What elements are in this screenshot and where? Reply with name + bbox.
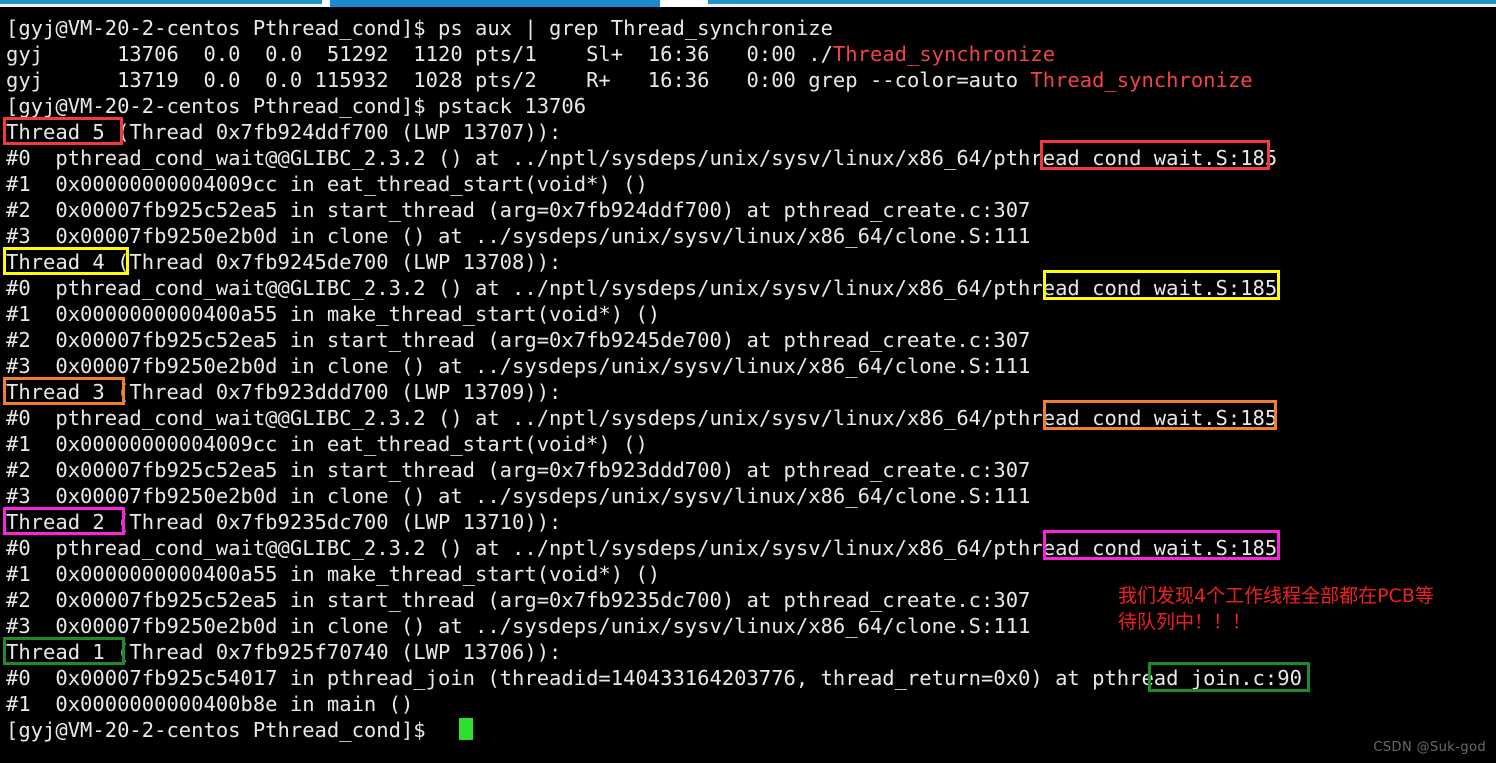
stack-frame-line: #1 0x0000000000400b8e in main ()	[6, 691, 413, 717]
stack-frame-line: #2 0x00007fb925c52ea5 in start_thread (a…	[6, 457, 1030, 483]
stack-frame-line: #3 0x00007fb9250e2b0d in clone () at ../…	[6, 613, 1030, 639]
terminal-line-text: #3 0x00007fb9250e2b0d in clone () at ../…	[6, 614, 1031, 638]
thread-header-5: Thread 5 (Thread 0x7fb924ddf700 (LWP 137…	[6, 119, 561, 145]
terminal-line-text: #3 0x00007fb9250e2b0d in clone () at ../…	[6, 224, 1031, 248]
stack-frame-line: #2 0x00007fb925c52ea5 in start_thread (a…	[6, 587, 1030, 613]
stack-frame-line: #3 0x00007fb9250e2b0d in clone () at ../…	[6, 483, 1030, 509]
terminal-line-text: #0 pthread_cond_wait@@GLIBC_2.3.2 () at …	[6, 276, 1278, 300]
terminal-line-text: [gyj@VM-20-2-centos Pthread_cond]$ ps au…	[6, 16, 833, 40]
stack-frame-line: #1 0x0000000000400a55 in make_thread_sta…	[6, 561, 660, 587]
thread-header-1: Thread 1 (Thread 0x7fb925f70740 (LWP 137…	[6, 639, 561, 665]
terminal-line-text: #1 0x00000000004009cc in eat_thread_star…	[6, 172, 648, 196]
tab-strip-active-tab[interactable]	[330, 0, 660, 7]
tab-strip-segment-1[interactable]	[0, 0, 322, 4]
stack-frame-line: #2 0x00007fb925c52ea5 in start_thread (a…	[6, 327, 1030, 353]
thread-header-4: Thread 4 (Thread 0x7fb9245de700 (LWP 137…	[6, 249, 561, 275]
terminal-line-text: #0 pthread_cond_wait@@GLIBC_2.3.2 () at …	[6, 536, 1278, 560]
stack-frame-line: #0 pthread_cond_wait@@GLIBC_2.3.2 () at …	[6, 145, 1277, 171]
terminal-line-text: #3 0x00007fb9250e2b0d in clone () at ../…	[6, 354, 1031, 378]
terminal-line-text: #0 pthread_cond_wait@@GLIBC_2.3.2 () at …	[6, 146, 1278, 170]
terminal-line-text: Thread 3 (Thread 0x7fb923ddd700 (LWP 137…	[6, 380, 562, 404]
terminal-line-text: gyj 13706 0.0 0.0 51292 1120 pts/1 Sl+ 1…	[6, 42, 833, 66]
tab-strip-gap-2	[660, 0, 708, 7]
terminal-line-text: #1 0x00000000004009cc in eat_thread_star…	[6, 432, 648, 456]
terminal-line-text: #3 0x00007fb9250e2b0d in clone () at ../…	[6, 484, 1031, 508]
watermark: CSDN @Suk-god	[1373, 740, 1486, 755]
terminal-line-text: Thread 2 (Thread 0x7fb9235dc700 (LWP 137…	[6, 510, 562, 534]
terminal-line-text: #0 pthread_cond_wait@@GLIBC_2.3.2 () at …	[6, 406, 1278, 430]
grep-match-text: Thread_synchronize	[832, 42, 1056, 66]
terminal-line-prompt-1: [gyj@VM-20-2-centos Pthread_cond]$ ps au…	[6, 15, 833, 41]
terminal-line-text: gyj 13719 0.0 0.0 115932 1028 pts/2 R+ 1…	[6, 68, 1031, 92]
window-tab-bar[interactable]	[0, 0, 1496, 7]
stack-frame-line: #0 pthread_cond_wait@@GLIBC_2.3.2 () at …	[6, 275, 1277, 301]
terminal-line-text: Thread 1 (Thread 0x7fb925f70740 (LWP 137…	[6, 640, 562, 664]
stack-frame-line: #3 0x00007fb9250e2b0d in clone () at ../…	[6, 353, 1030, 379]
thread-header-2: Thread 2 (Thread 0x7fb9235dc700 (LWP 137…	[6, 509, 561, 535]
thread-header-3: Thread 3 (Thread 0x7fb923ddd700 (LWP 137…	[6, 379, 561, 405]
terminal-line-text: #2 0x00007fb925c52ea5 in start_thread (a…	[6, 198, 1031, 222]
terminal-line-text: Thread 5 (Thread 0x7fb924ddf700 (LWP 137…	[6, 120, 562, 144]
terminal-line-text: Thread 4 (Thread 0x7fb9245de700 (LWP 137…	[6, 250, 562, 274]
tab-strip-segment-2[interactable]	[708, 0, 744, 4]
terminal-output-area[interactable]: [gyj@VM-20-2-centos Pthread_cond]$ ps au…	[0, 7, 1496, 763]
stack-frame-line: #3 0x00007fb9250e2b0d in clone () at ../…	[6, 223, 1030, 249]
terminal-line-text: [gyj@VM-20-2-centos Pthread_cond]$ pstac…	[6, 94, 587, 118]
stack-frame-line: #0 pthread_cond_wait@@GLIBC_2.3.2 () at …	[6, 535, 1277, 561]
annotation-text: 我们发现4个工作线程全部都在PCB等 待队列中！！！	[1118, 585, 1434, 633]
terminal-line-text: #1 0x0000000000400a55 in make_thread_sta…	[6, 302, 661, 326]
terminal-line-prompt-3: [gyj@VM-20-2-centos Pthread_cond]$	[6, 717, 438, 743]
tab-strip-gap-1	[322, 0, 330, 7]
terminal-line-text: #2 0x00007fb925c52ea5 in start_thread (a…	[6, 458, 1031, 482]
terminal-line-ps-row-2: gyj 13719 0.0 0.0 115932 1028 pts/2 R+ 1…	[6, 67, 1253, 93]
terminal-line-text: #2 0x00007fb925c52ea5 in start_thread (a…	[6, 328, 1031, 352]
terminal-line-text: #1 0x0000000000400b8e in main ()	[6, 692, 414, 716]
tab-strip-segment-3[interactable]	[744, 0, 1496, 4]
terminal-cursor	[459, 718, 473, 740]
stack-frame-line: #0 0x00007fb925c54017 in pthread_join (t…	[6, 665, 1302, 691]
terminal-line-text: #0 0x00007fb925c54017 in pthread_join (t…	[6, 666, 1302, 690]
stack-frame-line: #0 pthread_cond_wait@@GLIBC_2.3.2 () at …	[6, 405, 1277, 431]
terminal-line-text: #1 0x0000000000400a55 in make_thread_sta…	[6, 562, 661, 586]
stack-frame-line: #2 0x00007fb925c52ea5 in start_thread (a…	[6, 197, 1030, 223]
terminal-line-prompt-2: [gyj@VM-20-2-centos Pthread_cond]$ pstac…	[6, 93, 586, 119]
stack-frame-line: #1 0x00000000004009cc in eat_thread_star…	[6, 431, 648, 457]
terminal-line-text: [gyj@VM-20-2-centos Pthread_cond]$	[6, 718, 438, 742]
grep-match-text: Thread_synchronize	[1030, 68, 1253, 92]
terminal-line-ps-row-1: gyj 13706 0.0 0.0 51292 1120 pts/1 Sl+ 1…	[6, 41, 1055, 67]
terminal-line-text: #2 0x00007fb925c52ea5 in start_thread (a…	[6, 588, 1031, 612]
stack-frame-line: #1 0x0000000000400a55 in make_thread_sta…	[6, 301, 660, 327]
stack-frame-line: #1 0x00000000004009cc in eat_thread_star…	[6, 171, 648, 197]
